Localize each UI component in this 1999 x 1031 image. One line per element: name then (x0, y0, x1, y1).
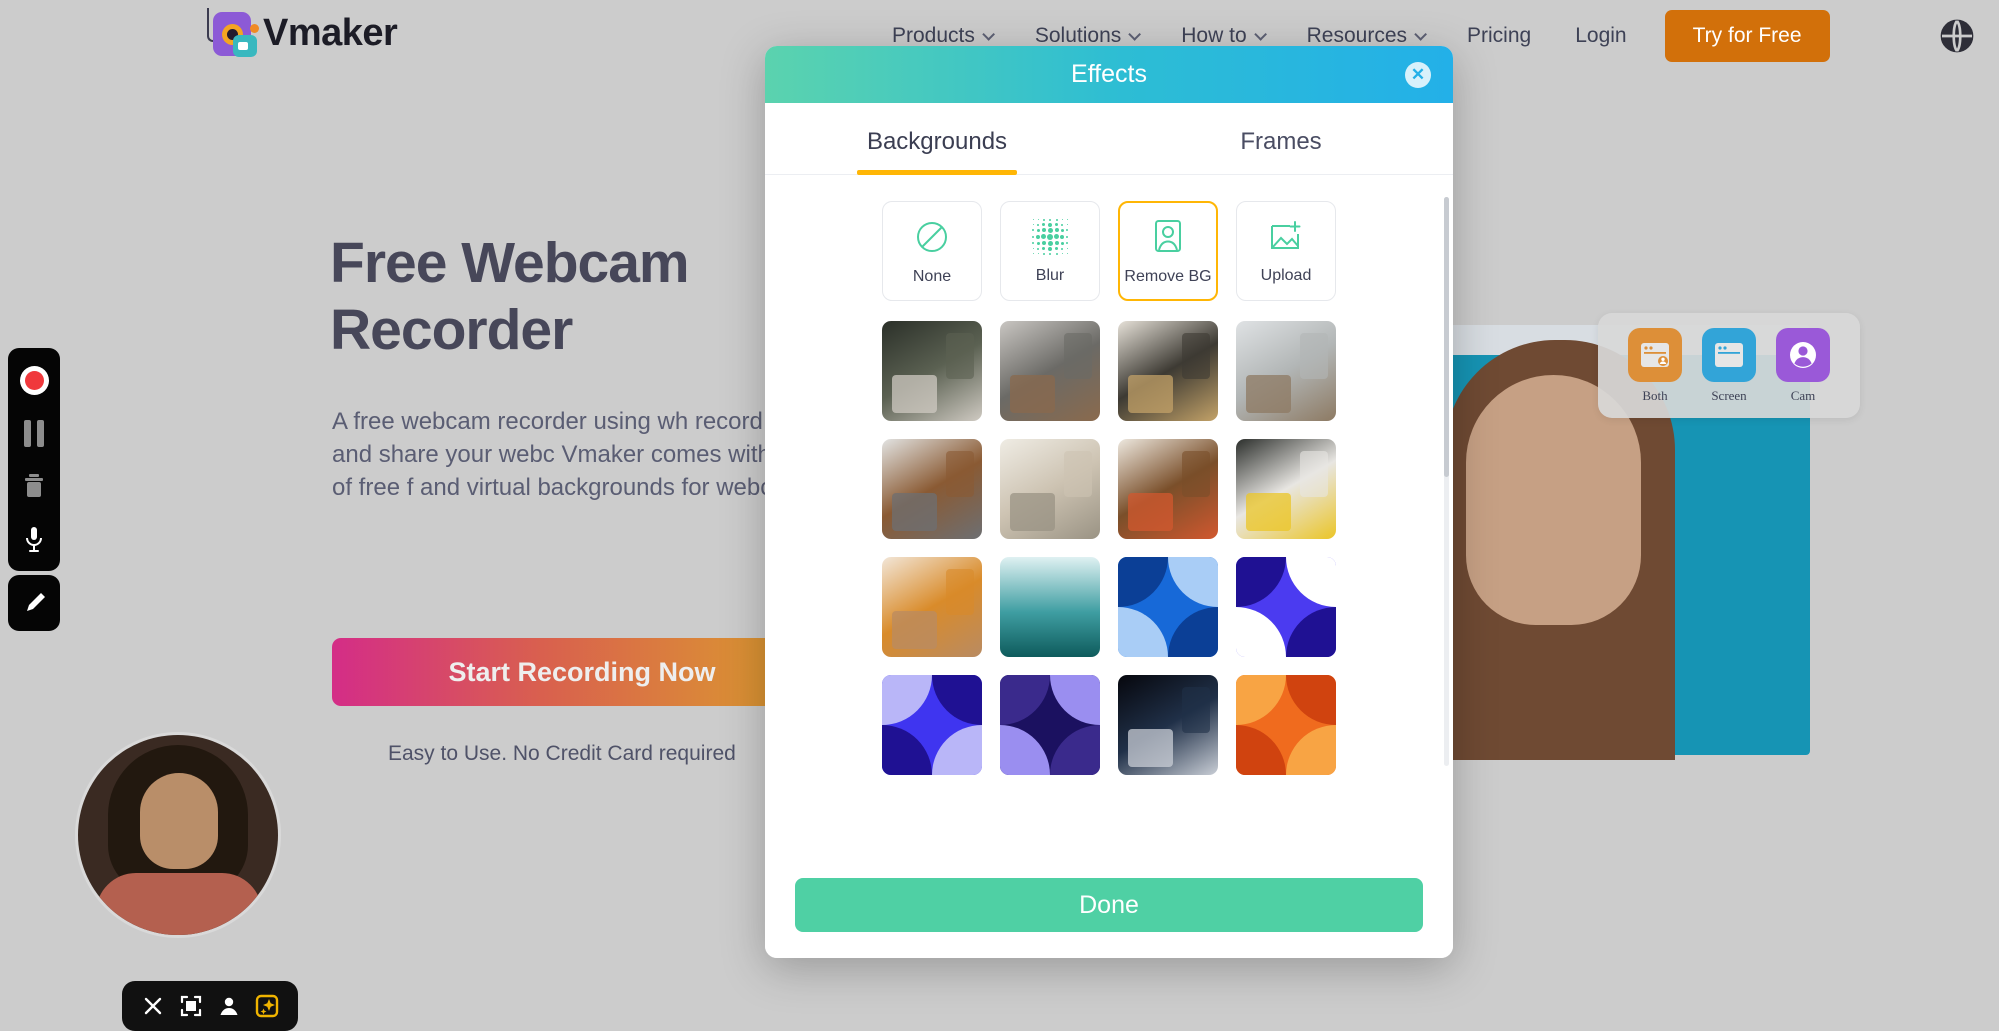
background-thumbnail[interactable] (1000, 675, 1100, 775)
person-icon (220, 997, 238, 1015)
start-recording-now-button[interactable]: Start Recording Now (332, 638, 832, 706)
nav-item-pricing[interactable]: Pricing (1445, 24, 1553, 48)
background-thumbnail[interactable] (1000, 557, 1100, 657)
option-none[interactable]: None (882, 201, 982, 301)
effects-cam-button[interactable] (252, 991, 282, 1021)
modal-tabs: Backgrounds Frames (765, 103, 1453, 175)
nav-item-resources[interactable]: Resources (1285, 24, 1445, 48)
screen-window-icon (1702, 327, 1756, 382)
done-button[interactable]: Done (795, 878, 1423, 932)
close-cam-button[interactable] (138, 991, 168, 1021)
microphone-icon (26, 527, 42, 552)
option-label: Upload (1260, 266, 1312, 284)
close-x-icon (144, 997, 162, 1015)
background-thumbnail[interactable] (882, 321, 982, 421)
modal-title: Effects (1071, 60, 1147, 88)
recorder-toolbar (8, 348, 60, 571)
background-thumbnail-grid (783, 321, 1435, 775)
background-thumbnail[interactable] (1118, 321, 1218, 421)
record-button[interactable] (14, 360, 54, 400)
nav-item-how-to[interactable]: How to (1159, 24, 1284, 48)
remove-background-person-icon (1155, 219, 1181, 252)
modal-body: None Blur Remove BG Upload (765, 175, 1453, 862)
option-label: Blur (1035, 266, 1065, 284)
background-thumbnail[interactable] (1236, 321, 1336, 421)
tab-backgrounds[interactable]: Backgrounds (765, 103, 1109, 174)
nav-item-solutions[interactable]: Solutions (1013, 24, 1159, 48)
option-upload[interactable]: Upload (1236, 201, 1336, 301)
option-label: None (912, 267, 952, 285)
nav-label: Solutions (1034, 24, 1122, 47)
pause-icon (24, 419, 44, 447)
background-thumbnail[interactable] (1118, 557, 1218, 657)
expand-frame-icon (180, 995, 202, 1017)
vmaker-logo[interactable]: Vmaker (205, 8, 398, 58)
modal-header: Effects ✕ (765, 46, 1453, 103)
pen-icon (27, 593, 45, 611)
tab-frames[interactable]: Frames (1109, 103, 1453, 174)
avatar-cam-button[interactable] (214, 991, 244, 1021)
modal-footer: Done (765, 862, 1453, 958)
hero-note: Easy to Use. No Credit Card required (388, 742, 736, 765)
sparkle-effects-icon (255, 994, 279, 1018)
mode-label: Both (1642, 387, 1668, 403)
option-label: Remove BG (1124, 267, 1212, 285)
webcam-toolbar (122, 981, 298, 1031)
blur-dots-icon (1031, 218, 1069, 256)
background-thumbnail[interactable] (1000, 321, 1100, 421)
nav-item-products[interactable]: Products (870, 24, 1013, 48)
background-thumbnail[interactable] (882, 675, 982, 775)
webcam-bubble[interactable] (78, 735, 278, 935)
no-background-icon (917, 221, 947, 252)
brand-name: Vmaker (263, 11, 398, 54)
vmaker-logo-icon (205, 8, 259, 58)
pause-button[interactable] (14, 413, 54, 453)
trash-icon (25, 474, 43, 497)
both-window-cam-icon (1628, 327, 1682, 382)
nav-label: Products (892, 24, 975, 47)
background-thumbnail[interactable] (1000, 439, 1100, 539)
background-thumbnail[interactable] (1118, 439, 1218, 539)
chevron-down-icon (1414, 27, 1428, 41)
background-thumbnail[interactable] (1236, 557, 1336, 657)
mic-button[interactable] (14, 519, 54, 559)
globe-icon[interactable] (1937, 16, 1977, 56)
delete-button[interactable] (14, 466, 54, 506)
background-thumbnail[interactable] (1236, 675, 1336, 775)
scrollbar-thumb[interactable] (1444, 197, 1449, 477)
close-circle-icon[interactable]: ✕ (1405, 61, 1431, 88)
hero-title-line-1: Free Webcam (330, 231, 690, 295)
mode-label: Screen (1711, 387, 1747, 403)
screen: Vmaker Products Solutions How to Resourc… (0, 0, 1999, 1031)
background-thumbnail[interactable] (882, 557, 982, 657)
option-blur[interactable]: Blur (1000, 201, 1100, 301)
mode-item-screen[interactable]: Screen (1702, 327, 1756, 404)
mode-item-both[interactable]: Both (1628, 327, 1682, 404)
effects-modal: Effects ✕ Backgrounds Frames None Blur R… (765, 46, 1453, 958)
pen-toolbar[interactable] (8, 575, 60, 631)
option-remove-bg[interactable]: Remove BG (1118, 201, 1218, 301)
try-for-free-button[interactable]: Try for Free (1664, 10, 1830, 62)
nav-label: How to (1181, 24, 1247, 47)
nav-item-login[interactable]: Login (1553, 24, 1648, 48)
nav-label: Pricing (1467, 24, 1532, 47)
background-thumbnail[interactable] (1236, 439, 1336, 539)
cam-person-icon (1776, 327, 1830, 382)
chevron-down-icon (982, 27, 995, 41)
background-thumbnail[interactable] (882, 439, 982, 539)
effect-options-row: None Blur Remove BG Upload (783, 201, 1435, 301)
mode-item-cam[interactable]: Cam (1776, 327, 1830, 404)
background-thumbnail[interactable] (1118, 675, 1218, 775)
mode-label: Cam (1790, 387, 1816, 403)
resize-cam-button[interactable] (176, 991, 206, 1021)
chevron-down-icon (1128, 27, 1142, 41)
page-title: Free Webcam Recorder (330, 230, 690, 365)
upload-image-icon (1271, 220, 1301, 249)
nav-label: Login (1575, 24, 1627, 47)
record-dot-icon (19, 365, 49, 395)
chevron-down-icon (1253, 27, 1267, 41)
nav-label: Resources (1306, 24, 1408, 47)
capture-mode-panel: Both Screen Cam (1598, 313, 1860, 418)
hero-title-line-2: Recorder (330, 298, 573, 363)
